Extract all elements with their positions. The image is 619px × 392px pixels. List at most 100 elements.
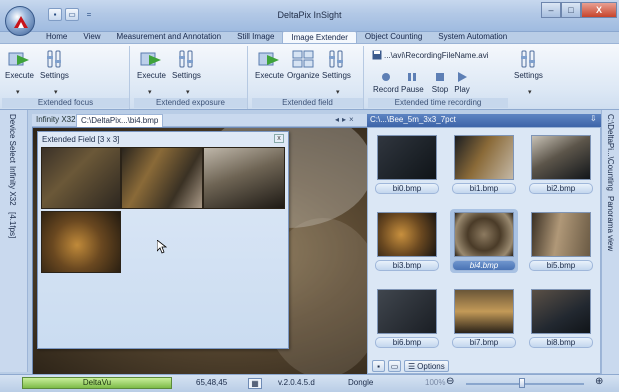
thumbnail-label: bi8.bmp [529, 337, 593, 348]
version-label: v.2.0.4.5.d [278, 378, 315, 387]
save-icon[interactable]: ▪ [372, 360, 385, 372]
thumbnail-bi8[interactable]: bi8.bmp [527, 286, 595, 350]
thumbnail-bi2[interactable]: bi2.bmp [527, 132, 595, 196]
camera-tab[interactable]: Infinity X32 [8, 166, 17, 206]
field-settings-dropdown-icon[interactable]: ▾ [336, 88, 340, 96]
mouse-cursor-icon [157, 240, 167, 254]
exposure-settings-dropdown-icon[interactable]: ▾ [186, 88, 190, 96]
field-organize-button[interactable]: Organize [287, 49, 319, 80]
zoom-slider-track[interactable] [466, 383, 584, 385]
maximize-button[interactable]: □ [561, 2, 581, 18]
scroll-left-icon[interactable]: ◂ [335, 115, 342, 124]
thumbnail-bi1[interactable]: bi1.bmp [450, 132, 518, 196]
recording-file-name: ...\avi\RecordingFileName.avi [384, 50, 489, 60]
settings-icon [175, 49, 197, 69]
play-label: Play [454, 85, 470, 94]
open-folder-icon[interactable]: ▭ [388, 360, 401, 372]
close-doc-icon[interactable]: × [349, 115, 357, 124]
play-button[interactable]: Play [451, 71, 473, 94]
thumbnail-image [454, 212, 514, 257]
left-tab-strip: Device Select Infinity X32 [4.1fps] [0, 110, 28, 372]
exposure-execute-button[interactable]: Execute [137, 49, 166, 80]
group-recording-settings: Settings ▾ [510, 46, 550, 109]
options-button[interactable]: ☰ Options [404, 360, 449, 372]
thumbnail-image [531, 289, 591, 334]
device-select-tab[interactable]: Device Select [8, 114, 17, 163]
thumbnail-bi7[interactable]: bi7.bmp [450, 286, 518, 350]
field-settings-label: Settings [322, 71, 351, 80]
thumbnail-label: bi4.bmp [452, 260, 516, 271]
recording-settings-label: Settings [514, 71, 543, 80]
stop-button[interactable]: Stop [429, 71, 451, 94]
focus-settings-button[interactable]: Settings [40, 49, 69, 80]
thumbnail-bi3[interactable]: bi3.bmp [373, 209, 441, 273]
focus-execute-dropdown-icon[interactable]: ▾ [16, 88, 20, 96]
execute-icon [8, 49, 30, 69]
zoom-level: 100% [425, 378, 446, 387]
exposure-execute-dropdown-icon[interactable]: ▾ [148, 88, 152, 96]
thumbnail-toolbar: ▪ ▭ ☰ Options [372, 360, 449, 372]
thumbnail-bi4[interactable]: bi4.bmp [450, 209, 518, 273]
pause-button[interactable]: Pause [401, 71, 424, 94]
save-file-icon [372, 50, 382, 60]
thumbnail-panel-header: C:\...\Bee_5m_3x3_7pct [367, 114, 601, 127]
field-execute-button[interactable]: Execute [255, 49, 284, 80]
counting-tab[interactable]: C:\DeltaPi...\Counting [606, 114, 615, 191]
options-icon: ☰ [408, 361, 416, 371]
close-button[interactable]: X [581, 2, 617, 18]
focus-settings-dropdown-icon[interactable]: ▾ [54, 88, 58, 96]
exposure-settings-button[interactable]: Settings [172, 49, 201, 80]
minimize-button[interactable]: – [541, 2, 561, 18]
recording-settings-button[interactable]: Settings [514, 49, 543, 80]
recording-settings-dropdown-icon[interactable]: ▾ [528, 88, 532, 96]
field-organize-label: Organize [287, 71, 320, 80]
grid-icon[interactable]: ▦ [248, 378, 262, 389]
color-value: 65,48,45 [196, 378, 228, 387]
settings-icon [517, 49, 539, 69]
record-label: Record [373, 85, 399, 94]
close-window-button[interactable]: x [274, 134, 284, 143]
dongle-label: Dongle [348, 378, 374, 387]
field-settings-button[interactable]: Settings [322, 49, 351, 80]
thumbnail-image [454, 135, 514, 180]
doc-tab-camera[interactable]: Infinity X32 [33, 115, 79, 127]
thumbnail-image [454, 289, 514, 334]
organize-icon [292, 49, 314, 69]
thumbnail-bi0[interactable]: bi0.bmp [373, 132, 441, 196]
thumbnail-label: bi5.bmp [529, 260, 593, 271]
application-menu-button[interactable] [5, 6, 35, 36]
exposure-execute-label: Execute [137, 71, 166, 80]
thumbnail-panel: bi0.bmp bi1.bmp bi2.bmp bi3.bmp bi4.bmp … [367, 127, 601, 374]
thumbnail-image [377, 289, 437, 334]
panorama-view-tab[interactable]: Panorama view [606, 196, 615, 251]
settings-icon [43, 49, 65, 69]
play-icon [451, 71, 473, 83]
field-tile-1 [121, 147, 203, 209]
options-label: Options [417, 361, 445, 371]
thumbnail-bi6[interactable]: bi6.bmp [373, 286, 441, 350]
thumbnail-image [377, 135, 437, 180]
zoom-slider-knob[interactable] [519, 378, 525, 388]
stop-icon [429, 71, 451, 83]
thumbnail-bi5[interactable]: bi5.bmp [527, 209, 595, 273]
window-controls: – □ X [541, 2, 617, 18]
field-tile-3 [41, 211, 121, 273]
field-execute-label: Execute [255, 71, 284, 80]
extended-field-title: Extended Field [3 x 3] [42, 135, 120, 144]
zoom-in-icon[interactable]: ⊕ [595, 376, 603, 387]
thumbnail-label: bi0.bmp [375, 183, 439, 194]
ribbon: Execute Settings ▾ ▾ Extended focus Exec… [0, 43, 619, 110]
recording-file[interactable]: ...\avi\RecordingFileName.avi [372, 50, 488, 60]
scroll-right-icon[interactable]: ▸ [342, 115, 349, 124]
group-label-extended-exposure: Extended exposure [134, 98, 247, 108]
group-extended-exposure: Execute Settings ▾ ▾ Extended exposure [134, 46, 248, 109]
record-button[interactable]: Record [373, 71, 399, 94]
focus-execute-button[interactable]: Execute [5, 49, 34, 80]
thumbnail-label: bi1.bmp [452, 183, 516, 194]
doc-tab-nav: ◂▸× [335, 115, 357, 124]
thumbnail-image [377, 212, 437, 257]
pin-icon[interactable]: ⇩ [590, 114, 597, 123]
thumbnail-label: bi7.bmp [452, 337, 516, 348]
zoom-out-icon[interactable]: ⊖ [446, 376, 454, 387]
doc-tab-image[interactable]: C:\DeltaPix...\bi4.bmp [76, 114, 164, 127]
